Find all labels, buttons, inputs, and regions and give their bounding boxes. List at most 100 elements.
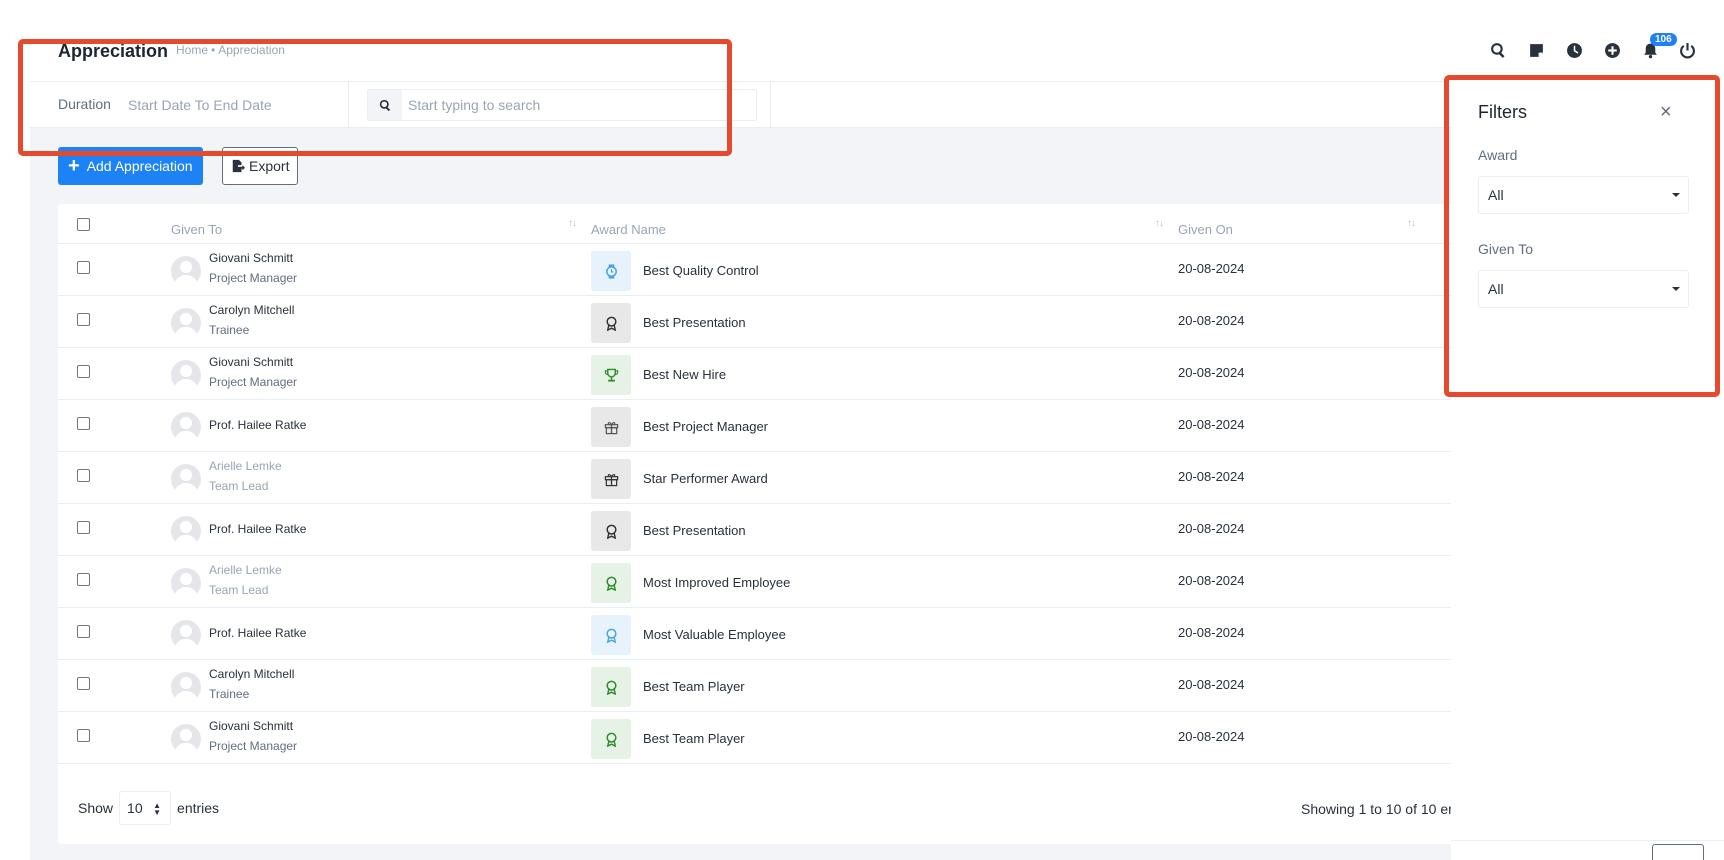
entries-label: entries [177,800,220,816]
avatar [171,568,201,598]
column-header-award-name[interactable]: Award Name [591,222,666,237]
award-filter-label: Award [1478,147,1518,163]
page-title: Appreciation [58,41,169,61]
row-checkbox[interactable] [77,625,90,638]
given-to-filter-label: Given To [1478,241,1533,257]
award-name[interactable]: Best Presentation [643,523,746,538]
duration-date-range-input[interactable]: Start Date To End Date [128,97,272,113]
medal-icon [591,615,631,655]
table-info-text: Showing 1 to 10 of 10 er [1301,801,1453,817]
employee-name[interactable]: Arielle Lemke [209,563,282,577]
row-checkbox[interactable] [77,365,90,378]
column-header-given-to[interactable]: Given To [171,222,222,237]
gift-icon [591,407,631,447]
avatar [171,672,201,702]
award-name[interactable]: Best Project Manager [643,419,768,434]
table-row: Prof. Hailee Ratke Best Presentation 20-08… [58,504,1478,556]
clock-icon[interactable] [1564,40,1584,60]
employee-role: Project Manager [209,739,298,753]
panel-footer-divider [1451,840,1724,841]
caret-down-icon [1672,193,1680,197]
medal-icon [591,667,631,707]
search-icon[interactable] [1488,40,1508,60]
table-row: Arielle Lemke Team Lead Star Performer Awa… [58,452,1478,504]
employee-name[interactable]: Carolyn Mitchell [209,667,294,681]
table-row: Arielle Lemke Team Lead Most Improved Empl… [58,556,1478,608]
employee-role: Project Manager [209,375,298,389]
award-name[interactable]: Best Team Player [643,731,745,746]
given-on-date: 20-08-2024 [1178,677,1245,692]
employee-role: Trainee [209,687,250,701]
row-checkbox[interactable] [77,521,90,534]
plus-icon: + [68,155,80,177]
select-arrows-icon: ▲ ▼ [153,801,162,817]
employee-name[interactable]: Arielle Lemke [209,459,282,473]
award-name[interactable]: Best Presentation [643,315,746,330]
employee-name[interactable]: Giovani Schmitt [209,355,293,369]
award-name[interactable]: Most Valuable Employee [643,627,786,642]
add-appreciation-button[interactable]: + Add Appreciation [58,147,203,185]
award-name[interactable]: Star Performer Award [643,471,768,486]
show-label: Show [78,800,114,816]
row-checkbox[interactable] [77,313,90,326]
appreciation-table: Given To ↑↓ Award Name ↑↓ Given On ↑↓ Gi… [58,204,1478,844]
search-input[interactable] [402,97,742,113]
gift-icon [591,459,631,499]
given-on-date: 20-08-2024 [1178,469,1245,484]
table-row: Prof. Hailee Ratke Best Project Manager 20… [58,400,1478,452]
employee-name[interactable]: Giovani Schmitt [209,251,293,265]
award-name[interactable]: Best New Hire [643,367,726,382]
award-name[interactable]: Best Quality Control [643,263,759,278]
medal-icon [591,719,631,759]
page-size-value: 10 [127,800,143,816]
given-on-date: 20-08-2024 [1178,417,1245,432]
table-header: Given To ↑↓ Award Name ↑↓ Given On ↑↓ [58,204,1478,244]
employee-name[interactable]: Giovani Schmitt [209,719,293,733]
breadcrumb-home[interactable]: Home [176,43,208,57]
employee-name[interactable]: Prof. Hailee Ratke [209,626,306,640]
row-checkbox[interactable] [77,261,90,274]
row-checkbox[interactable] [77,417,90,430]
sort-icon[interactable]: ↑↓ [1155,218,1164,229]
filters-panel: Filters × Award All Given To All [1451,77,1724,860]
add-appreciation-label: Add Appreciation [86,158,193,174]
medal-icon [591,563,631,603]
column-header-given-on[interactable]: Given On [1178,222,1233,237]
app-page: Appreciation Home • Appreciation 106 Durat… [0,0,1724,860]
entries-length-control: Show 10 ▲ ▼ entries [78,791,219,825]
employee-role: Team Lead [209,479,269,493]
export-button[interactable]: Export [222,147,299,185]
close-icon[interactable]: × [1660,101,1672,124]
breadcrumb: Home • Appreciation [176,43,285,57]
given-on-date: 20-08-2024 [1178,365,1245,380]
given-to-filter-select[interactable]: All [1478,270,1689,308]
row-checkbox[interactable] [77,677,90,690]
sort-icon[interactable]: ↑↓ [568,218,577,229]
panel-footer-button[interactable] [1652,844,1704,860]
given-on-date: 20-08-2024 [1178,261,1245,276]
filter-divider [348,82,349,128]
filter-divider [770,82,771,128]
power-icon[interactable] [1677,40,1697,60]
award-name[interactable]: Most Improved Employee [643,575,790,590]
sticky-note-icon[interactable] [1526,40,1546,60]
employee-name[interactable]: Prof. Hailee Ratke [209,418,306,432]
page-size-select[interactable]: 10 ▲ ▼ [119,791,172,825]
given-to-filter-value: All [1488,281,1504,297]
award-name[interactable]: Best Team Player [643,679,745,694]
row-checkbox[interactable] [77,573,90,586]
employee-role: Trainee [209,323,250,337]
select-all-checkbox[interactable] [77,218,90,231]
employee-name[interactable]: Prof. Hailee Ratke [209,522,306,536]
avatar [171,412,201,442]
avatar [171,620,201,650]
award-filter-value: All [1488,187,1504,203]
row-checkbox[interactable] [77,469,90,482]
plus-circle-icon[interactable] [1602,40,1622,60]
sort-icon[interactable]: ↑↓ [1407,218,1416,229]
breadcrumb-separator: • [211,43,216,57]
medal-icon [591,303,631,343]
award-filter-select[interactable]: All [1478,176,1689,214]
row-checkbox[interactable] [77,729,90,742]
employee-name[interactable]: Carolyn Mitchell [209,303,294,317]
